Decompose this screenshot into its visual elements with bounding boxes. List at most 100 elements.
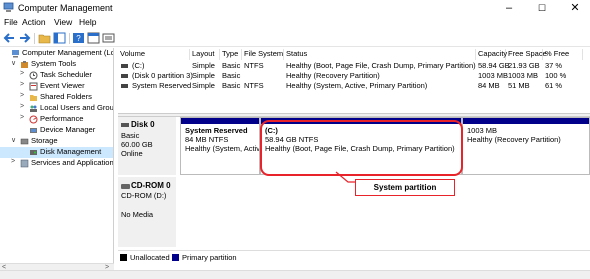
menu-view[interactable]: View: [54, 17, 72, 27]
tree-item-system-tools[interactable]: ∨ System Tools: [0, 59, 113, 70]
partition-system-reserved[interactable]: System Reserved 84 MB NTFS Healthy (Syst…: [180, 117, 260, 175]
legend-primary-partition: Primary partition: [182, 253, 237, 262]
partition-status: Healthy (System, Activ: [185, 144, 260, 153]
cell-percent-free: 100 %: [545, 71, 567, 80]
tree-item-label: Task Scheduler: [40, 70, 92, 79]
col-header-volume[interactable]: Volume: [118, 49, 190, 60]
up-folder-icon[interactable]: [38, 32, 51, 44]
tree-item-label: Storage: [31, 136, 58, 145]
tree-item-label: Event Viewer: [40, 81, 85, 90]
disk-size: 60.00 GB: [121, 140, 153, 149]
tree-item-task-scheduler[interactable]: > Task Scheduler: [0, 70, 113, 81]
shared-folder-icon: [30, 95, 37, 101]
collapsed-chevron-icon[interactable]: >: [20, 92, 27, 99]
collapsed-chevron-icon[interactable]: >: [20, 114, 27, 121]
tree-item-local-users-and-groups[interactable]: > Local Users and Groups: [0, 103, 114, 114]
cell-free-space: 1003 MB: [508, 71, 539, 80]
cell-free-space: 21.93 GB: [508, 61, 540, 70]
collapsed-chevron-icon[interactable]: >: [20, 70, 27, 77]
tree-item-services-and-applications[interactable]: > Services and Applications: [0, 158, 114, 169]
col-header-capacity[interactable]: Capacity: [476, 49, 507, 60]
back-arrow-icon[interactable]: [3, 32, 16, 44]
menu-file[interactable]: File: [4, 17, 18, 27]
tree-item-device-manager[interactable]: Device Manager: [0, 125, 113, 136]
col-header-percent-free[interactable]: % Free: [543, 49, 583, 60]
toolbar-separator: [34, 33, 35, 44]
cell-layout: Simple: [192, 61, 215, 70]
cdrom-media: No Media: [121, 210, 154, 219]
window-title: Computer Management: [18, 3, 113, 13]
tree-item-label: Performance: [40, 114, 84, 123]
cell-type: Basic: [222, 61, 241, 70]
tree-item-label: Device Manager: [40, 125, 96, 134]
cdrom-0-label[interactable]: CD-ROM 0 CD-ROM (D:) No Media: [118, 177, 176, 247]
expanded-chevron-icon[interactable]: ∨: [11, 59, 18, 67]
clock-icon: [29, 71, 38, 80]
export-list-icon[interactable]: [102, 32, 115, 44]
cell-layout: Simple: [192, 71, 215, 80]
maximize-button[interactable]: ☐: [528, 1, 556, 15]
tree-item-label: Services and Applications: [31, 158, 114, 167]
partition-size: 1003 MB: [467, 126, 498, 135]
collapsed-chevron-icon[interactable]: >: [20, 103, 27, 110]
col-header-free-space[interactable]: Free Space: [506, 49, 547, 60]
tree-item-computer-management-local[interactable]: Computer Management (Local: [0, 48, 114, 59]
legend: Unallocated Primary partition: [118, 250, 590, 263]
table-row[interactable]: System Reserved Simple Basic NTFS Health…: [118, 81, 583, 91]
cell-file-system: NTFS: [244, 61, 264, 70]
tree-item-event-viewer[interactable]: > Event Viewer: [0, 81, 113, 92]
disk-0-label[interactable]: Disk 0 Basic 60.00 GB Online: [118, 117, 176, 175]
toolbar-separator: [69, 33, 70, 44]
table-row[interactable]: (C:) Simple Basic NTFS Healthy (Boot, Pa…: [118, 61, 583, 71]
performance-icon: [29, 115, 38, 124]
highlight-box: [260, 120, 463, 176]
close-button[interactable]: ✕: [561, 1, 589, 15]
status-bar: [0, 270, 590, 279]
col-header-layout[interactable]: Layout: [190, 49, 220, 60]
partition-name: System Reserved: [185, 126, 248, 135]
tree-item-shared-folders[interactable]: > Shared Folders: [0, 92, 113, 103]
tree-item-label: Computer Management (Local: [22, 48, 114, 57]
col-header-status[interactable]: Status: [284, 49, 476, 60]
tree-item-storage[interactable]: ∨ Storage: [0, 136, 113, 147]
partition-recovery[interactable]: 1003 MB Healthy (Recovery Partition): [462, 117, 590, 175]
cell-capacity: 84 MB: [478, 81, 500, 90]
legend-unallocated: Unallocated: [130, 253, 170, 262]
menu-bar: File Action View Help: [0, 16, 590, 30]
services-icon: [20, 159, 29, 168]
cell-status: Healthy (System, Active, Primary Partiti…: [286, 81, 428, 90]
help-icon[interactable]: ?: [72, 32, 85, 44]
col-header-type[interactable]: Type: [220, 49, 242, 60]
cell-percent-free: 37 %: [545, 61, 563, 70]
collapsed-chevron-icon[interactable]: >: [20, 81, 27, 88]
forward-arrow-icon[interactable]: [18, 32, 31, 44]
tools-icon: [21, 61, 28, 68]
table-row[interactable]: (Disk 0 partition 3) Simple Basic Health…: [118, 71, 583, 81]
minimize-button[interactable]: –: [495, 1, 523, 15]
cell-volume: (C:): [132, 61, 145, 70]
cdrom-name: CD-ROM 0: [131, 181, 171, 190]
cell-status: Healthy (Boot, Page File, Crash Dump, Pr…: [286, 61, 476, 70]
cell-free-space: 51 MB: [508, 81, 530, 90]
primary-partition-swatch: [172, 254, 179, 261]
navigation-tree: Computer Management (Local ∨ System Tools >…: [0, 48, 114, 263]
unallocated-swatch: [120, 254, 127, 261]
properties-icon[interactable]: [87, 32, 100, 44]
tree-item-performance[interactable]: > Performance: [0, 114, 113, 125]
cell-capacity: 1003 MB: [478, 71, 509, 80]
disk-management-icon: [30, 150, 37, 155]
volume-icon: [121, 84, 128, 88]
cell-volume: System Reserved: [132, 81, 192, 90]
volume-icon: [121, 64, 128, 68]
device-manager-icon: [30, 128, 37, 133]
menu-help[interactable]: Help: [79, 17, 96, 27]
menu-action[interactable]: Action: [22, 17, 46, 27]
cell-layout: Simple: [192, 81, 215, 90]
collapsed-chevron-icon[interactable]: >: [11, 158, 18, 165]
col-header-file-system[interactable]: File System: [242, 49, 284, 60]
expanded-chevron-icon[interactable]: ∨: [11, 136, 18, 144]
tree-item-label: Shared Folders: [40, 92, 92, 101]
tree-item-label: Local Users and Groups: [40, 103, 114, 112]
show-hide-tree-icon[interactable]: [53, 32, 66, 44]
tree-item-disk-management[interactable]: Disk Management: [0, 147, 113, 158]
